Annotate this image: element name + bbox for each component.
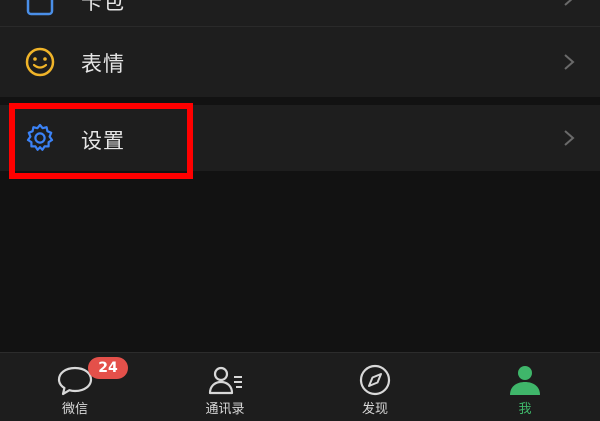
unread-badge: 24 (88, 357, 128, 379)
smiley-icon (24, 46, 56, 78)
tab-label: 微信 (61, 402, 88, 417)
card-wallet-icon (24, 0, 56, 20)
tab-contacts[interactable]: 通讯录 (150, 353, 300, 421)
contacts-icon (208, 366, 242, 395)
person-icon (510, 366, 540, 395)
tab-discover[interactable]: 发现 (300, 353, 450, 421)
menu-item-label: 表情 (81, 52, 125, 76)
menu-item-label: 卡包 (81, 0, 125, 14)
tab-label: 通讯录 (205, 402, 245, 417)
tab-label: 我 (518, 402, 532, 417)
chevron-right-icon (564, 130, 575, 146)
tab-label: 发现 (361, 402, 388, 417)
highlight-box (9, 103, 193, 179)
compass-icon (359, 364, 391, 396)
tab-me[interactable]: 我 (450, 353, 600, 421)
menu-item-stickers[interactable]: 表情 (0, 27, 600, 97)
menu-item-wallet[interactable]: 卡包 (0, 0, 600, 26)
tab-bar: 24 微信 通讯录 发现 我 (0, 352, 600, 421)
tab-chats[interactable]: 24 微信 (0, 353, 150, 421)
chevron-right-icon (564, 0, 573, 6)
chevron-right-icon (564, 54, 575, 70)
